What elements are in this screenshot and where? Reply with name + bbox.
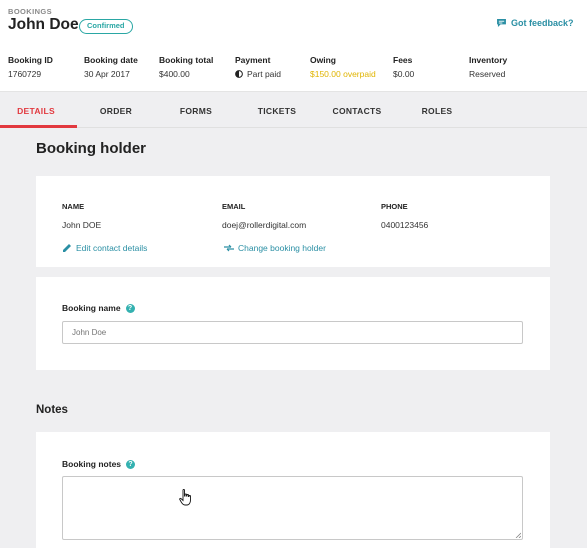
booking-notes-label: Booking notes ?	[62, 459, 136, 469]
meta-value: 1760729	[8, 69, 42, 79]
meta-label: Booking date	[84, 55, 138, 65]
booking-name-card: Booking name ?	[36, 277, 550, 370]
tab-tickets[interactable]: TICKETS	[242, 93, 312, 128]
booking-holder-heading: Booking holder	[36, 140, 146, 157]
meta-value: Reserved	[469, 69, 506, 79]
meta-payment: Payment Part paid	[235, 55, 281, 79]
name-value: John DOE	[62, 220, 102, 230]
meta-label: Fees	[393, 55, 413, 65]
booking-notes-label-text: Booking notes	[62, 459, 122, 469]
part-paid-icon	[235, 70, 243, 78]
name-label: NAME	[62, 202, 85, 211]
edit-icon	[63, 244, 71, 252]
payment-status: Part paid	[247, 69, 282, 79]
edit-contact-details-link[interactable]: Edit contact details	[62, 243, 147, 253]
meta-value: $0.00	[393, 69, 415, 79]
meta-value: 30 Apr 2017	[84, 69, 130, 79]
phone-value: 0400123456	[381, 220, 429, 230]
holder-name: NAME John DOE	[62, 202, 101, 230]
edit-contact-label: Edit contact details	[76, 243, 148, 253]
booking-notes-textarea[interactable]	[62, 476, 523, 540]
change-holder-label: Change booking holder	[238, 243, 326, 253]
meta-booking-date: Booking date 30 Apr 2017	[84, 55, 138, 79]
holder-phone: PHONE 0400123456	[381, 202, 428, 230]
meta-fees: Fees $0.00	[393, 55, 414, 79]
tab-forms[interactable]: FORMS	[162, 93, 230, 128]
change-booking-holder-link[interactable]: Change booking holder	[224, 243, 326, 253]
booking-name-label-text: Booking name	[62, 303, 121, 313]
active-tab-indicator	[0, 125, 77, 128]
booking-header: BOOKINGS John Doe Confirmed Got feedback…	[0, 0, 587, 92]
tab-order[interactable]: ORDER	[82, 93, 150, 128]
holder-email: EMAIL doej@rollerdigital.com	[222, 202, 306, 230]
help-icon[interactable]: ?	[126, 459, 136, 469]
resize-handle-icon[interactable]	[515, 532, 521, 538]
email-value: doej@rollerdigital.com	[222, 220, 307, 230]
meta-booking-id: Booking ID 1760729	[8, 55, 53, 79]
booking-name-label: Booking name ?	[62, 303, 135, 313]
status-badge: Confirmed	[79, 19, 133, 34]
meta-label: Payment	[235, 55, 271, 65]
notes-card: Booking notes ?	[36, 432, 550, 548]
meta-value: $400.00	[159, 69, 190, 79]
tab-details[interactable]: DETAILS	[0, 93, 72, 128]
breadcrumb[interactable]: BOOKINGS	[8, 7, 52, 16]
meta-label: Booking ID	[8, 55, 53, 65]
feedback-icon	[497, 19, 506, 27]
meta-value: Part paid	[235, 69, 281, 79]
tab-bar: DETAILS ORDER FORMS TICKETS CONTACTS ROL…	[0, 93, 587, 128]
meta-label: Booking total	[159, 55, 214, 65]
notes-heading: Notes	[36, 404, 68, 416]
phone-label: PHONE	[381, 202, 408, 211]
help-icon[interactable]: ?	[125, 303, 135, 313]
tab-roles[interactable]: ROLES	[402, 93, 472, 128]
meta-value: $150.00 overpaid	[310, 69, 376, 79]
email-label: EMAIL	[222, 202, 246, 211]
meta-label: Owing	[310, 55, 336, 65]
feedback-link[interactable]: Got feedback?	[497, 18, 574, 28]
booking-name-input[interactable]	[62, 321, 523, 344]
tab-contacts[interactable]: CONTACTS	[322, 93, 392, 128]
page-title: John Doe	[8, 16, 79, 33]
booking-holder-card: NAME John DOE EMAIL doej@rollerdigital.c…	[36, 176, 550, 267]
meta-label: Inventory	[469, 55, 508, 65]
hand-cursor-icon	[179, 489, 191, 506]
meta-owing: Owing $150.00 overpaid	[310, 55, 376, 79]
swap-icon	[224, 244, 234, 252]
meta-booking-total: Booking total $400.00	[159, 55, 213, 79]
meta-inventory: Inventory Reserved	[469, 55, 507, 79]
feedback-label: Got feedback?	[511, 18, 574, 28]
